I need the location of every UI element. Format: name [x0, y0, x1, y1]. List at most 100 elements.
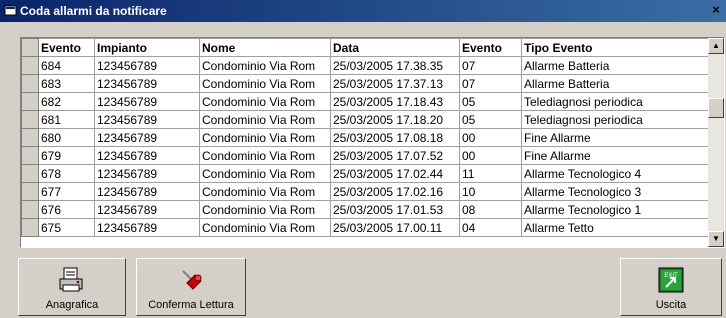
- table-cell[interactable]: 25/03/2005 17.02.44: [330, 164, 460, 183]
- table-cell[interactable]: 123456789: [94, 218, 200, 237]
- column-header[interactable]: Evento: [459, 38, 522, 57]
- row-selector[interactable]: [21, 128, 39, 147]
- table-cell[interactable]: Condominio Via Rom: [199, 92, 331, 111]
- exit-icon: EXIT: [658, 267, 684, 293]
- table-cell[interactable]: Allarme Batteria: [521, 74, 709, 93]
- table-row[interactable]: 676 123456789 Condominio Via Rom 25/03/2005…: [21, 200, 709, 219]
- table-cell[interactable]: 681: [38, 110, 95, 129]
- row-selector[interactable]: [21, 146, 39, 165]
- table-cell[interactable]: 678: [38, 164, 95, 183]
- table-cell[interactable]: 25/03/2005 17.08.18: [330, 128, 460, 147]
- scroll-down-icon[interactable]: ▼: [708, 231, 724, 247]
- table-cell[interactable]: 07: [459, 56, 522, 75]
- table-cell[interactable]: 25/03/2005 17.18.20: [330, 110, 460, 129]
- table-cell[interactable]: 684: [38, 56, 95, 75]
- table-cell[interactable]: 123456789: [94, 110, 200, 129]
- column-header[interactable]: Impianto: [94, 38, 200, 57]
- row-selector[interactable]: [21, 74, 39, 93]
- table-row[interactable]: 681 123456789 Condominio Via Rom 25/03/2005…: [21, 110, 709, 129]
- table-cell[interactable]: 07: [459, 74, 522, 93]
- table-cell[interactable]: 00: [459, 146, 522, 165]
- table-cell[interactable]: 123456789: [94, 128, 200, 147]
- row-selector[interactable]: [21, 182, 39, 201]
- row-selector-header: [21, 38, 39, 57]
- table-row[interactable]: 684 123456789 Condominio Via Rom 25/03/2005…: [21, 56, 709, 75]
- table-cell[interactable]: 08: [459, 200, 522, 219]
- alarm-queue-grid[interactable]: Evento Impianto Nome Data Evento Tipo Ev…: [20, 37, 725, 248]
- row-selector[interactable]: [21, 110, 39, 129]
- table-cell[interactable]: Condominio Via Rom: [199, 164, 331, 183]
- table-cell[interactable]: 123456789: [94, 182, 200, 201]
- table-cell[interactable]: 682: [38, 92, 95, 111]
- table-cell[interactable]: 123456789: [94, 74, 200, 93]
- table-cell[interactable]: 677: [38, 182, 95, 201]
- table-cell[interactable]: 05: [459, 110, 522, 129]
- close-icon[interactable]: ×: [708, 2, 724, 18]
- table-cell[interactable]: Allarme Tetto: [521, 218, 709, 237]
- table-row[interactable]: 682 123456789 Condominio Via Rom 25/03/2005…: [21, 92, 709, 111]
- table-cell[interactable]: 680: [38, 128, 95, 147]
- table-cell[interactable]: 679: [38, 146, 95, 165]
- table-cell[interactable]: Condominio Via Rom: [199, 182, 331, 201]
- table-cell[interactable]: Condominio Via Rom: [199, 146, 331, 165]
- table-cell[interactable]: 123456789: [94, 164, 200, 183]
- table-cell[interactable]: 00: [459, 128, 522, 147]
- table-cell[interactable]: 10: [459, 182, 522, 201]
- table-cell[interactable]: Telediagnosi periodica: [521, 110, 709, 129]
- anagrafica-button[interactable]: Anagrafica: [18, 258, 126, 316]
- table-cell[interactable]: 11: [459, 164, 522, 183]
- column-header[interactable]: Data: [330, 38, 460, 57]
- column-header[interactable]: Tipo Evento: [521, 38, 709, 57]
- row-selector[interactable]: [21, 164, 39, 183]
- table-cell[interactable]: 123456789: [94, 92, 200, 111]
- uscita-button[interactable]: EXIT Uscita: [620, 258, 722, 316]
- table-row[interactable]: 679 123456789 Condominio Via Rom 25/03/2005…: [21, 146, 709, 165]
- table-cell[interactable]: Allarme Batteria: [521, 56, 709, 75]
- table-cell[interactable]: Allarme Tecnologico 3: [521, 182, 709, 201]
- table-cell[interactable]: 123456789: [94, 56, 200, 75]
- table-cell[interactable]: 05: [459, 92, 522, 111]
- table-cell[interactable]: 123456789: [94, 200, 200, 219]
- conferma-lettura-button[interactable]: Conferma Lettura: [136, 258, 246, 316]
- table-cell[interactable]: 25/03/2005 17.38.35: [330, 56, 460, 75]
- table-row[interactable]: 683 123456789 Condominio Via Rom 25/03/2005…: [21, 74, 709, 93]
- table-cell[interactable]: Condominio Via Rom: [199, 218, 331, 237]
- table-row[interactable]: 675 123456789 Condominio Via Rom 25/03/2005…: [21, 218, 709, 237]
- table-cell[interactable]: Fine Allarme: [521, 128, 709, 147]
- table-cell[interactable]: Condominio Via Rom: [199, 56, 331, 75]
- table-cell[interactable]: 25/03/2005 17.07.52: [330, 146, 460, 165]
- column-header[interactable]: Evento: [38, 38, 95, 57]
- table-cell[interactable]: Condominio Via Rom: [199, 128, 331, 147]
- table-cell[interactable]: 25/03/2005 17.00.11: [330, 218, 460, 237]
- scroll-thumb[interactable]: [708, 98, 724, 118]
- table-cell[interactable]: 25/03/2005 17.37.13: [330, 74, 460, 93]
- window-icon: [4, 5, 17, 16]
- table-cell[interactable]: 25/03/2005 17.01.53: [330, 200, 460, 219]
- table-cell[interactable]: 25/03/2005 17.18.43: [330, 92, 460, 111]
- table-row[interactable]: 678 123456789 Condominio Via Rom 25/03/2005…: [21, 164, 709, 183]
- table-cell[interactable]: Telediagnosi periodica: [521, 92, 709, 111]
- table-cell[interactable]: 676: [38, 200, 95, 219]
- vertical-scrollbar[interactable]: ▲ ▼: [708, 38, 724, 247]
- table-cell[interactable]: Condominio Via Rom: [199, 110, 331, 129]
- anagrafica-label: Anagrafica: [45, 299, 99, 311]
- row-selector[interactable]: [21, 56, 39, 75]
- table-cell[interactable]: Allarme Tecnologico 1: [521, 200, 709, 219]
- table-header-row: Evento Impianto Nome Data Evento Tipo Ev…: [21, 38, 709, 57]
- table-row[interactable]: 677 123456789 Condominio Via Rom 25/03/2005…: [21, 182, 709, 201]
- row-selector[interactable]: [21, 200, 39, 219]
- table-cell[interactable]: Condominio Via Rom: [199, 74, 331, 93]
- table-cell[interactable]: 04: [459, 218, 522, 237]
- scroll-up-icon[interactable]: ▲: [708, 38, 724, 54]
- column-header[interactable]: Nome: [199, 38, 331, 57]
- table-cell[interactable]: Fine Allarme: [521, 146, 709, 165]
- table-cell[interactable]: Allarme Tecnologico 4: [521, 164, 709, 183]
- table-cell[interactable]: Condominio Via Rom: [199, 200, 331, 219]
- table-cell[interactable]: 25/03/2005 17.02.16: [330, 182, 460, 201]
- table-cell[interactable]: 675: [38, 218, 95, 237]
- table-cell[interactable]: 123456789: [94, 146, 200, 165]
- row-selector[interactable]: [21, 218, 39, 237]
- table-row[interactable]: 680 123456789 Condominio Via Rom 25/03/2005…: [21, 128, 709, 147]
- row-selector[interactable]: [21, 92, 39, 111]
- table-cell[interactable]: 683: [38, 74, 95, 93]
